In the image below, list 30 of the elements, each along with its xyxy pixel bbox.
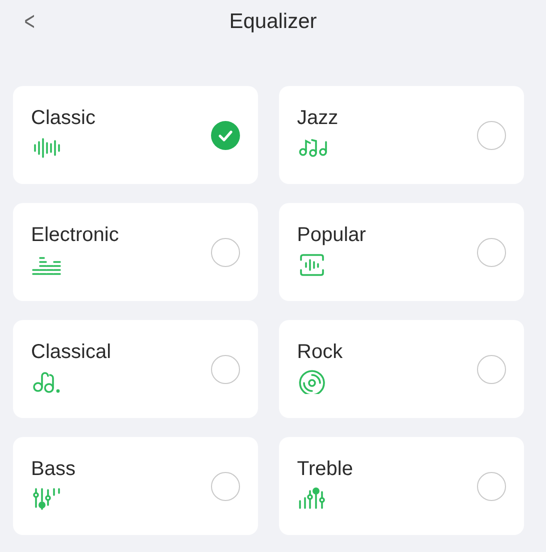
- check-icon: [218, 130, 232, 141]
- waveform-icon: [31, 136, 63, 160]
- preset-card[interactable]: Classical: [13, 320, 258, 418]
- preset-card[interactable]: Jazz: [279, 86, 524, 184]
- preset-label: Classical: [31, 340, 112, 364]
- radio-button[interactable]: [211, 472, 240, 500]
- checked-radio[interactable]: [211, 120, 240, 150]
- preset-label: Rock: [297, 340, 343, 364]
- preset-card[interactable]: Electronic: [13, 203, 258, 301]
- preset-card[interactable]: Popular: [279, 203, 524, 301]
- preset-card[interactable]: Treble: [279, 437, 524, 535]
- radio-button[interactable]: [477, 120, 506, 150]
- preset-label: Classic: [31, 106, 96, 130]
- radio-button[interactable]: [211, 354, 240, 384]
- radio-button[interactable]: [477, 238, 506, 266]
- preset-label: Popular: [297, 223, 366, 247]
- page-title: Equalizer: [229, 9, 317, 35]
- preset-label: Bass: [31, 457, 76, 481]
- sliders-icon: [31, 487, 63, 511]
- music-notes-icon: [297, 136, 329, 160]
- back-button[interactable]: <: [21, 6, 38, 36]
- preset-card[interactable]: Bass: [13, 437, 258, 535]
- preset-label: Jazz: [297, 106, 338, 130]
- preset-label: Electronic: [31, 223, 119, 247]
- radio-button[interactable]: [477, 354, 506, 384]
- preset-label: Treble: [297, 457, 353, 481]
- radio-button[interactable]: [477, 472, 506, 500]
- preset-card[interactable]: Rock: [279, 320, 524, 418]
- preset-card[interactable]: Classic: [13, 86, 258, 184]
- radio-button[interactable]: [211, 238, 240, 266]
